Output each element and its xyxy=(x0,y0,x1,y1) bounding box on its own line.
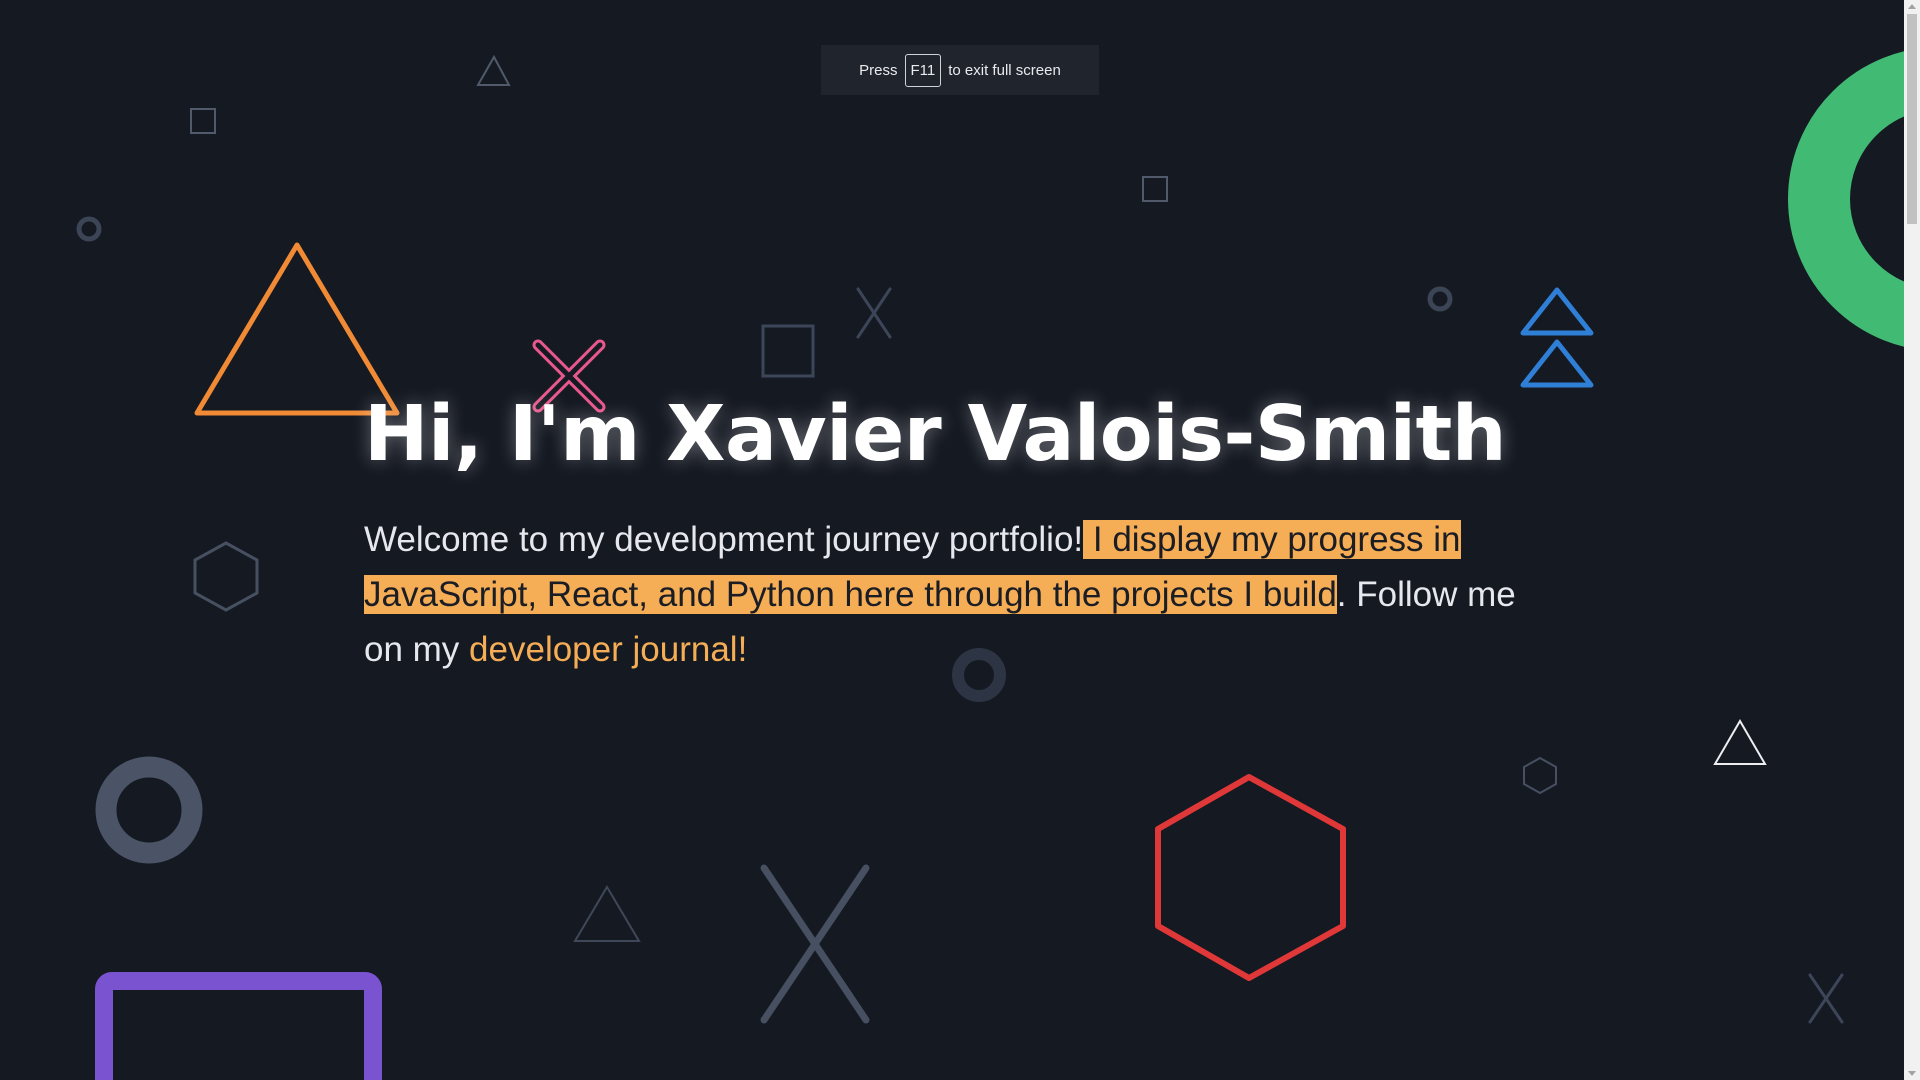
small-hexagon-icon xyxy=(1523,756,1557,795)
large-x-icon xyxy=(760,864,870,1024)
small-ring-icon xyxy=(76,216,102,242)
scroll-up-arrow-icon[interactable] xyxy=(1908,4,1916,9)
purple-square-icon xyxy=(95,972,382,1080)
hero-intro: Welcome to my development journey portfo… xyxy=(364,512,1524,677)
red-hexagon-icon xyxy=(1155,774,1346,981)
portfolio-page: Hi, I'm Xavier Valois-Smith Welcome to m… xyxy=(0,0,1904,1080)
selected-text: JavaScript, React, and Python here throu… xyxy=(364,575,1337,614)
white-triangle-icon xyxy=(1713,719,1767,765)
medium-square-icon xyxy=(761,324,815,378)
blue-triangle-icon xyxy=(1520,339,1594,388)
triangle-icon xyxy=(573,885,641,942)
intro-text: Welcome to my development journey portfo… xyxy=(364,520,1084,559)
fullscreen-notice-prefix: Press xyxy=(859,61,898,79)
small-ring-icon xyxy=(1427,286,1453,312)
large-ring-icon xyxy=(95,756,203,864)
fullscreen-notice-suffix: to exit full screen xyxy=(948,61,1061,79)
selected-text: I display my progress in xyxy=(1083,520,1461,559)
blue-triangle-icon xyxy=(1520,287,1594,336)
hexagon-icon xyxy=(193,541,259,612)
scroll-down-arrow-icon[interactable] xyxy=(1908,1071,1916,1076)
small-triangle-icon xyxy=(476,54,511,86)
small-x-icon xyxy=(1808,973,1844,1024)
scrollbar-thumb[interactable] xyxy=(1907,14,1917,224)
f11-key-badge: F11 xyxy=(904,53,942,87)
fullscreen-notice: Press F11 to exit full screen xyxy=(821,45,1099,95)
developer-journal-link[interactable]: developer journal! xyxy=(469,630,747,669)
green-ring-icon xyxy=(1788,51,1904,347)
small-square-icon xyxy=(1142,176,1168,202)
hero-title: Hi, I'm Xavier Valois-Smith xyxy=(364,390,1507,479)
small-x-icon xyxy=(856,287,892,339)
small-square-icon xyxy=(190,108,216,134)
vertical-scrollbar[interactable] xyxy=(1904,0,1920,1080)
